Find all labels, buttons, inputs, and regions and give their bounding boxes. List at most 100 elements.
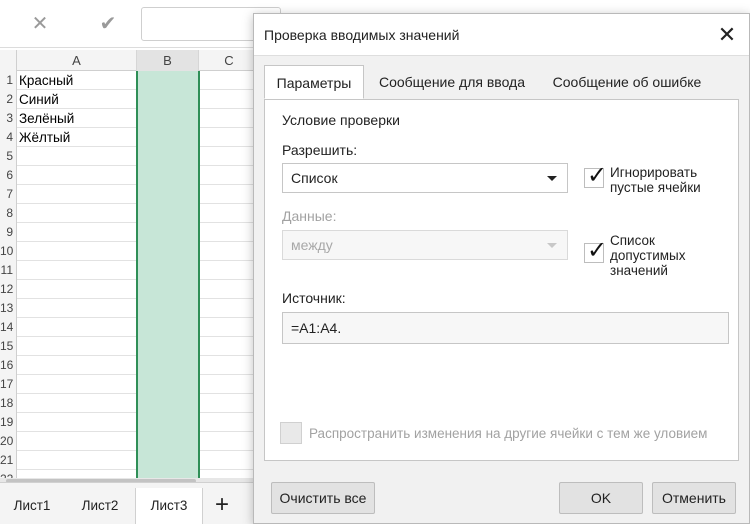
cell-a[interactable]	[17, 318, 137, 337]
cell-c[interactable]	[199, 394, 260, 413]
cell-a[interactable]	[17, 470, 137, 478]
column-header-b[interactable]: B	[137, 50, 199, 71]
cancel-button[interactable]: Отменить	[652, 482, 736, 514]
row-header[interactable]: 17	[0, 375, 17, 394]
row-header[interactable]: 19	[0, 413, 17, 432]
row-header[interactable]: 21	[0, 451, 17, 470]
tab-input-message[interactable]: Сообщение для ввода	[370, 65, 534, 99]
cell-b[interactable]	[137, 242, 199, 261]
cell-b[interactable]	[137, 280, 199, 299]
row-header[interactable]: 20	[0, 432, 17, 451]
row-header[interactable]: 16	[0, 356, 17, 375]
cell-c[interactable]	[199, 128, 260, 147]
cell-c[interactable]	[199, 261, 260, 280]
row-header[interactable]: 12	[0, 280, 17, 299]
cell-a[interactable]	[17, 299, 137, 318]
source-input[interactable]: =A1:A4.	[282, 312, 729, 344]
cell-a[interactable]	[17, 147, 137, 166]
tab-settings[interactable]: Параметры	[264, 65, 364, 99]
cell-a[interactable]	[17, 432, 137, 451]
row-header[interactable]: 11	[0, 261, 17, 280]
cell-b[interactable]	[137, 318, 199, 337]
cell-c[interactable]	[199, 299, 260, 318]
select-all-corner[interactable]	[0, 50, 17, 71]
cell-a[interactable]	[17, 242, 137, 261]
cell-c[interactable]	[199, 413, 260, 432]
cell-b[interactable]	[137, 109, 199, 128]
cell-a[interactable]	[17, 375, 137, 394]
row-header[interactable]: 8	[0, 204, 17, 223]
row-header[interactable]: 2	[0, 90, 17, 109]
cell-b[interactable]	[137, 451, 199, 470]
clear-all-button[interactable]: Очистить все	[271, 482, 375, 514]
row-header[interactable]: 18	[0, 394, 17, 413]
cell-c[interactable]	[199, 204, 260, 223]
cell-b[interactable]	[137, 223, 199, 242]
cell-b[interactable]	[137, 185, 199, 204]
row-header[interactable]: 9	[0, 223, 17, 242]
ignore-blank-checkbox[interactable]: ✓	[584, 163, 607, 189]
tab-error-alert[interactable]: Сообщение об ошибке	[542, 65, 712, 99]
cell-a[interactable]	[17, 261, 137, 280]
cell-c[interactable]	[199, 356, 260, 375]
cell-c[interactable]	[199, 242, 260, 261]
cell-a[interactable]: Жёлтый	[17, 128, 137, 147]
cell-b[interactable]	[137, 128, 199, 147]
cell-c[interactable]	[199, 166, 260, 185]
cell-c[interactable]	[199, 432, 260, 451]
check-icon[interactable]: ✔	[96, 12, 120, 36]
cell-c[interactable]	[199, 71, 260, 90]
cell-a[interactable]	[17, 280, 137, 299]
cell-a[interactable]: Красный	[17, 71, 137, 90]
row-header[interactable]: 4	[0, 128, 17, 147]
cell-b[interactable]	[137, 375, 199, 394]
column-header-c[interactable]: C	[199, 50, 260, 71]
cell-c[interactable]	[199, 375, 260, 394]
cell-a[interactable]	[17, 337, 137, 356]
cell-b[interactable]	[137, 90, 199, 109]
close-icon[interactable]: ✕	[28, 12, 52, 36]
cell-a[interactable]	[17, 356, 137, 375]
row-header[interactable]: 1	[0, 71, 17, 90]
cell-b[interactable]	[137, 71, 199, 90]
cell-a[interactable]	[17, 413, 137, 432]
sheet-tab-2[interactable]: Лист2	[66, 488, 134, 524]
sheet-tab-3[interactable]: Лист3	[135, 488, 203, 524]
row-header[interactable]: 3	[0, 109, 17, 128]
row-header[interactable]: 10	[0, 242, 17, 261]
cell-a[interactable]	[17, 204, 137, 223]
cell-b[interactable]	[137, 337, 199, 356]
row-header[interactable]: 5	[0, 147, 17, 166]
add-sheet-button[interactable]: +	[208, 490, 236, 520]
cell-c[interactable]	[199, 223, 260, 242]
ok-button[interactable]: OK	[559, 482, 643, 514]
cell-a[interactable]	[17, 223, 137, 242]
cell-b[interactable]	[137, 299, 199, 318]
allow-select[interactable]: Список	[282, 163, 568, 193]
cell-a[interactable]	[17, 166, 137, 185]
cell-a[interactable]	[17, 394, 137, 413]
cell-c[interactable]	[199, 280, 260, 299]
cell-c[interactable]	[199, 337, 260, 356]
row-header[interactable]: 22	[0, 470, 17, 478]
cell-b[interactable]	[137, 470, 199, 478]
cell-c[interactable]	[199, 109, 260, 128]
cell-b[interactable]	[137, 204, 199, 223]
cell-c[interactable]	[199, 451, 260, 470]
cell-b[interactable]	[137, 413, 199, 432]
cell-a[interactable]: Синий	[17, 90, 137, 109]
cell-b[interactable]	[137, 147, 199, 166]
cell-b[interactable]	[137, 261, 199, 280]
cell-b[interactable]	[137, 432, 199, 451]
row-header[interactable]: 15	[0, 337, 17, 356]
cell-c[interactable]	[199, 470, 260, 478]
cell-b[interactable]	[137, 166, 199, 185]
row-header[interactable]: 13	[0, 299, 17, 318]
cell-a[interactable]	[17, 451, 137, 470]
close-icon[interactable]: ✕	[715, 23, 739, 47]
cell-b[interactable]	[137, 356, 199, 375]
cell-a[interactable]	[17, 185, 137, 204]
cell-c[interactable]	[199, 318, 260, 337]
dropdown-list-checkbox[interactable]: ✓	[584, 238, 607, 264]
sheet-tab-1[interactable]: Лист1	[0, 488, 64, 524]
